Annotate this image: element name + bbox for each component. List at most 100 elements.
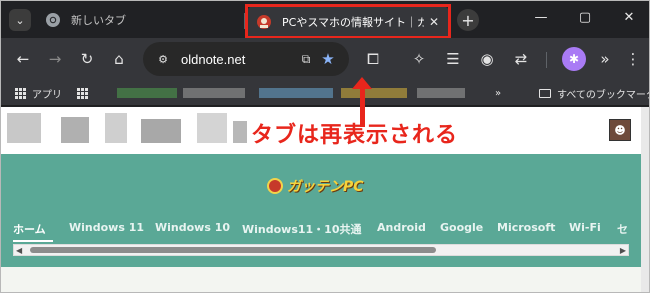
blurred-bookmark[interactable]	[183, 88, 245, 98]
menu-button[interactable]: ⋮	[619, 45, 647, 73]
grid-icon	[77, 87, 88, 99]
extension-button-3[interactable]: ◉	[473, 45, 501, 73]
scroll-right-icon[interactable]: ▶	[620, 246, 626, 255]
bookmark-label: アプリ	[32, 89, 62, 101]
chevron-down-icon: ⌄	[15, 13, 25, 27]
address-bar[interactable]: ⚙ oldnote.net ⧉ ★	[143, 42, 349, 76]
site-logo[interactable]: ガッテンPC	[267, 176, 364, 196]
bookmark-label: すべてのブックマーク	[557, 89, 650, 101]
mosaic-block	[105, 113, 127, 143]
arrow-right-icon: →	[48, 50, 62, 68]
vertical-scrollbar[interactable]	[641, 107, 649, 292]
close-icon: ✕	[623, 9, 635, 25]
extensions-button[interactable]: ⧠	[359, 45, 387, 73]
tab-gattenpc[interactable]: PCやスマホの情報サイト｜ガッテンPC ✕	[246, 6, 450, 38]
page-body	[1, 267, 641, 292]
more-extensions-button[interactable]: »	[591, 45, 619, 73]
reload-icon: ↻	[80, 50, 94, 68]
folder-icon	[539, 88, 551, 98]
maximize-button[interactable]: ▢	[563, 1, 607, 33]
bookmark-grid[interactable]	[77, 85, 94, 101]
tab-new-tab[interactable]: 新しいタブ	[37, 5, 242, 35]
scroll-left-icon[interactable]: ◀	[16, 246, 22, 255]
home-icon: ⌂	[114, 50, 124, 68]
cast-icon[interactable]: ⧉	[295, 52, 317, 67]
annotation-text: タブは再表示される	[251, 123, 459, 148]
nav-item-windows-common[interactable]: Windows11・10共通	[242, 221, 362, 237]
close-icon[interactable]: ✕	[424, 15, 444, 29]
logo-text: ガッテンPC	[287, 179, 364, 195]
blurred-bookmark[interactable]	[259, 88, 333, 98]
plus-icon: +	[461, 10, 475, 30]
nav-item-android[interactable]: Android	[377, 221, 426, 234]
user-icon: ☻	[614, 123, 626, 137]
star-icon[interactable]: ★	[317, 50, 339, 68]
chevron-right-icon: »	[495, 87, 502, 99]
translate-icon: ⇄	[514, 50, 528, 68]
home-button[interactable]: ⌂	[105, 45, 133, 73]
nav-item-wifi[interactable]: Wi-Fi	[569, 221, 601, 234]
extension-button-1[interactable]: ✧	[405, 45, 433, 73]
new-tab-button[interactable]: +	[457, 9, 479, 31]
browser-window: ⌄ 新しいタブ PCやスマホの情報サイト｜ガッテンPC ✕ + — ▢ ✕	[0, 0, 650, 293]
tab-strip: ⌄ 新しいタブ PCやスマホの情報サイト｜ガッテンPC ✕ + — ▢ ✕	[1, 1, 649, 39]
nav-active-underline	[13, 240, 53, 242]
all-bookmarks[interactable]: すべてのブックマーク	[539, 85, 650, 101]
arrow-left-icon: ←	[16, 50, 30, 68]
perplexity-icon: ✱	[568, 52, 580, 66]
extension-button-2[interactable]: ☰	[439, 45, 467, 73]
horizontal-scrollbar[interactable]: ◀ ▶	[13, 244, 629, 256]
site-header: ガッテンPC ホーム Windows 11 Windows 10 Windows…	[1, 154, 641, 267]
reload-button[interactable]: ↻	[73, 45, 101, 73]
mosaic-block	[233, 121, 247, 143]
apps-icon	[15, 87, 26, 99]
nav-item-microsoft[interactable]: Microsoft	[497, 221, 555, 234]
page-content: タブは再表示される ☻ ガッテンPC ホーム Windows 11 Window…	[1, 77, 641, 292]
puzzle-icon: ⧠	[366, 50, 379, 68]
maximize-icon: ▢	[578, 9, 592, 25]
reader-icon: ☰	[446, 50, 460, 68]
nav-item-more[interactable]: セ	[617, 221, 628, 237]
forward-button[interactable]: →	[41, 45, 69, 73]
more-vert-icon: ⋮	[625, 50, 641, 68]
nav-item-home[interactable]: ホーム	[13, 221, 46, 237]
toolbar-divider	[546, 52, 547, 68]
toolbar: ← → ↻ ⌂ ⚙ oldnote.net ⧉ ★ ⧠ ✧ ☰ ◉ ⇄ ✱ » …	[1, 38, 649, 80]
blurred-ad-strip: タブは再表示される ☻	[1, 77, 641, 154]
gattenpc-favicon	[257, 15, 271, 29]
mosaic-block	[7, 113, 41, 143]
nav-item-windows10[interactable]: Windows 10	[155, 221, 230, 234]
translate-button[interactable]: ⇄	[507, 45, 535, 73]
blurred-bookmark[interactable]	[341, 88, 407, 98]
mosaic-block	[197, 113, 227, 143]
blurred-bookmark[interactable]	[417, 88, 465, 98]
blurred-bookmark[interactable]	[117, 88, 177, 98]
mosaic-block	[61, 117, 89, 143]
nav-item-windows11[interactable]: Windows 11	[69, 221, 144, 234]
annotation-arrow-head	[352, 77, 372, 89]
minimize-button[interactable]: —	[519, 1, 563, 33]
tab-title: 新しいタブ	[71, 14, 126, 27]
site-info-icon[interactable]: ⚙	[151, 53, 175, 66]
minimize-icon: —	[534, 9, 548, 25]
tab-title: PCやスマホの情報サイト｜ガッテンPC	[282, 16, 424, 29]
sparkle-icon: ✧	[412, 50, 426, 68]
camera-icon: ◉	[480, 50, 494, 68]
close-window-button[interactable]: ✕	[607, 1, 649, 33]
chevron-right-icon: »	[600, 50, 610, 68]
avatar[interactable]: ☻	[609, 119, 631, 141]
perplexity-button[interactable]: ✱	[562, 47, 586, 71]
bookmark-apps[interactable]: アプリ	[15, 85, 62, 101]
nav-item-google[interactable]: Google	[440, 221, 483, 234]
mosaic-block	[141, 119, 181, 143]
url-text[interactable]: oldnote.net	[181, 52, 295, 67]
bookmarks-overflow-button[interactable]: »	[495, 85, 501, 101]
bookmarks-bar: アプリ » すべてのブックマーク	[1, 80, 650, 106]
scrollbar-thumb[interactable]	[30, 247, 436, 253]
tab-separator	[244, 13, 245, 29]
tab-search-button[interactable]: ⌄	[9, 9, 31, 31]
back-button[interactable]: ←	[9, 45, 37, 73]
chrome-icon	[46, 13, 60, 27]
logo-icon	[267, 178, 283, 194]
site-nav: ホーム Windows 11 Windows 10 Windows11・10共通…	[13, 221, 641, 241]
